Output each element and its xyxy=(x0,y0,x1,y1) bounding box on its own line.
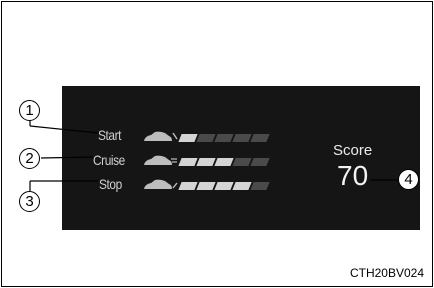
callout-leader-lines xyxy=(29,110,398,191)
figure-code: CTH20BV024 xyxy=(349,266,424,280)
callout-1: 1 xyxy=(19,100,40,121)
callout-2: 2 xyxy=(19,148,40,169)
illustration-frame: Start Cruise Stop Score 70 1 2 3 4 CTH20… xyxy=(1,1,433,287)
callout-4: 4 xyxy=(398,169,419,190)
callout-3: 3 xyxy=(19,191,40,212)
